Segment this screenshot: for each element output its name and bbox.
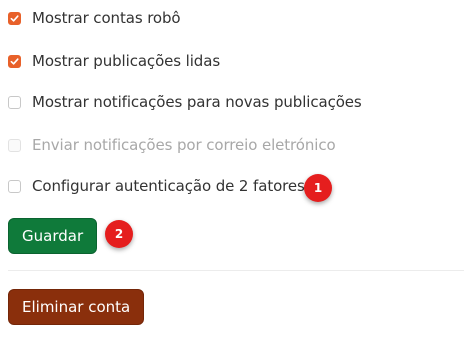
option-email-notifications: Enviar notificações por correio eletróni… [8,134,336,156]
option-label: Mostrar publicações lidas [32,52,221,70]
option-label: Mostrar notificações para novas publicaç… [32,93,362,111]
option-label: Enviar notificações por correio eletróni… [32,136,336,154]
option-show-read-posts[interactable]: Mostrar publicações lidas [8,50,220,72]
checkbox-checked-icon[interactable] [8,54,21,68]
option-two-factor-auth[interactable]: Configurar autenticação de 2 fatores [8,175,305,197]
save-button[interactable]: Guardar [8,218,98,254]
delete-account-button[interactable]: Eliminar conta [8,289,145,325]
option-new-post-notifications[interactable]: Mostrar notificações para novas publicaç… [8,91,362,113]
step-marker-1: 1 [304,174,332,202]
checkbox-unchecked-icon[interactable] [8,179,21,193]
checkbox-unchecked-icon[interactable] [8,95,21,109]
step-marker-2: 2 [105,220,133,248]
divider [8,270,464,271]
checkbox-disabled-icon [8,138,21,152]
option-label: Configurar autenticação de 2 fatores [32,177,305,195]
checkbox-checked-icon[interactable] [8,11,21,25]
option-show-bot-accounts[interactable]: Mostrar contas robô [8,7,181,29]
option-label: Mostrar contas robô [32,9,181,27]
account-settings-panel: Mostrar contas robô Mostrar publicações … [0,0,464,343]
